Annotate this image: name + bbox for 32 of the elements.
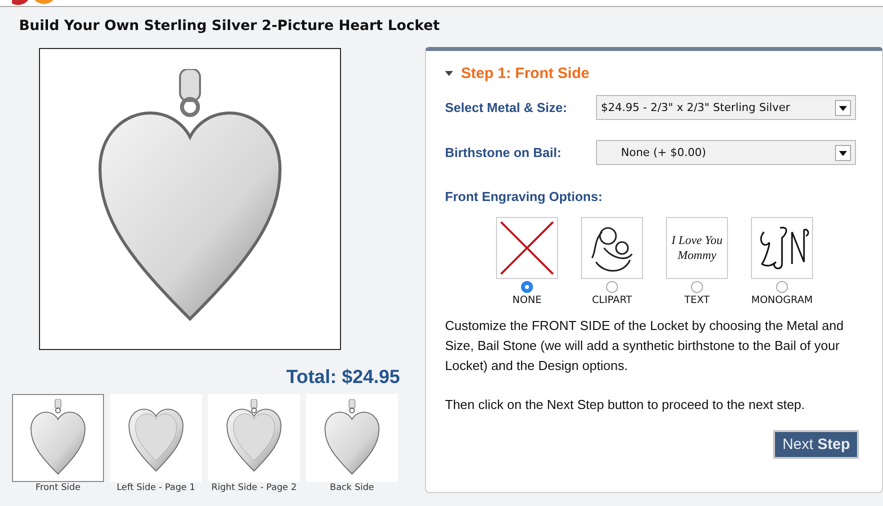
locket-thumbnail[interactable] (12, 394, 104, 482)
page-title: Build Your Own Sterling Silver 2-Picture Heart Locket (19, 17, 441, 36)
radio-button[interactable] (606, 281, 618, 293)
instruction-text: Then click on the Next Step button to proceed to the next step. (445, 396, 806, 414)
no-design-icon[interactable] (496, 217, 558, 279)
thumbnail-caption: Left Side - Page 1 (116, 483, 196, 494)
radio-button[interactable] (691, 281, 703, 293)
option-label: MONOGRAM (751, 295, 813, 306)
locket-thumbnail[interactable] (110, 394, 202, 482)
locket-thumbnail[interactable] (208, 394, 300, 482)
option-label: TEXT (684, 295, 710, 306)
dropdown[interactable]: $24.95 - 2/3" x 2/3" Sterling Silver (596, 95, 856, 120)
field-label: Birthstone on Bail: (445, 145, 562, 160)
next-step-button[interactable]: Next Step (773, 430, 859, 459)
option-label: NONE (512, 295, 542, 306)
logo-icon (12, 0, 56, 6)
field-label: Front Engraving Options: (445, 189, 604, 204)
dropdown[interactable]: None (+ $0.00) (596, 140, 856, 165)
instruction-text: Customize the FRONT SIDE of the Locket by choosing the Metal and Size, Bail Stone (we will add a synthetic birthstone to the Bail of your Locket) and the Design options. (445, 317, 845, 375)
thumbnail-caption: Right Side - Page 2 (211, 483, 297, 494)
field-label: Select Metal & Size: (445, 100, 568, 115)
option-label: CLIPART (592, 295, 632, 306)
thumbnail-caption: Front Side (35, 483, 81, 494)
total-price: Total: $24.95 (286, 366, 400, 390)
monogram-drawing[interactable] (751, 217, 813, 279)
radio-button[interactable] (521, 281, 533, 293)
radio-button[interactable] (776, 281, 788, 293)
mother-child-drawing[interactable] (581, 217, 643, 279)
caret-icon[interactable] (445, 70, 453, 76)
thumbnail-caption: Back Side (330, 483, 374, 494)
locket-thumbnail[interactable] (306, 394, 398, 482)
engraving-text-preview[interactable]: I Love You Mommy (666, 217, 728, 279)
